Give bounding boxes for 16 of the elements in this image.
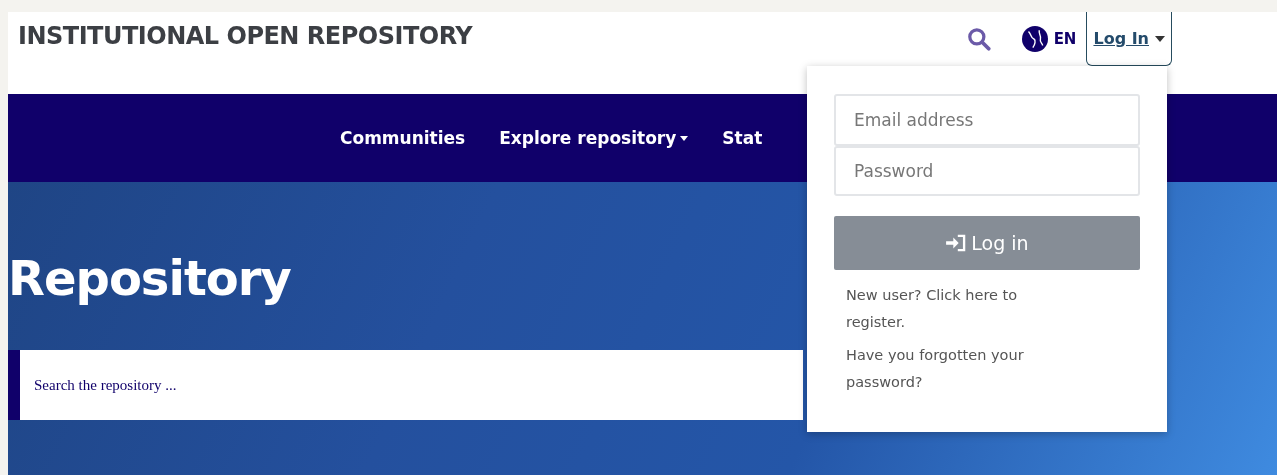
nav-link[interactable]: Stat [722, 128, 763, 148]
password-field[interactable]: Password [834, 146, 1140, 196]
site-title: INSTITUTIONAL OPEN REPOSITORY [18, 22, 473, 50]
sign-in-icon [945, 234, 968, 252]
menu-link[interactable]: Have you forgotten your password? [834, 342, 1078, 396]
search-icon[interactable] [965, 26, 992, 52]
repository-search-field[interactable]: Search the repository ... [8, 350, 803, 420]
nav-link[interactable]: Communities [340, 128, 466, 148]
login-dropdown-button[interactable]: Log In [1086, 12, 1172, 66]
globe-icon[interactable] [1021, 26, 1048, 52]
menu-link[interactable]: New user? Click here to register. [834, 282, 1078, 336]
language-link[interactable]: EN [1053, 30, 1077, 48]
caret-icon [1155, 35, 1165, 42]
caret-icon [680, 135, 689, 141]
nav-link[interactable]: Explore repository [499, 128, 689, 148]
email-field[interactable]: Email address [834, 94, 1140, 146]
